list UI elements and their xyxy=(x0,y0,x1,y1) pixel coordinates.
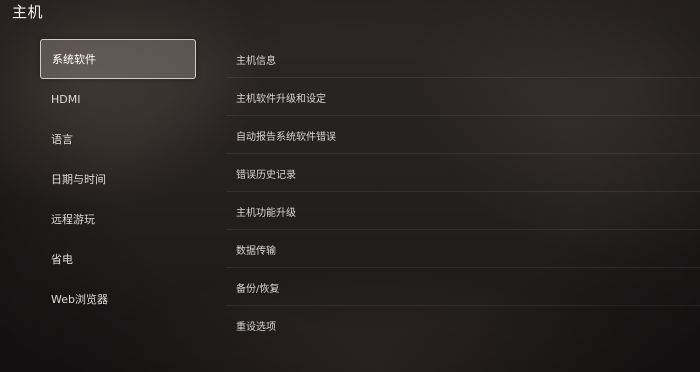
sidebar-item-remote-play[interactable]: 远程游玩 xyxy=(40,199,196,239)
sidebar-item-web-browser[interactable]: Web浏览器 xyxy=(40,279,196,319)
option-data-transfer[interactable]: 数据传输 xyxy=(226,230,700,268)
sidebar-item-label: Web浏览器 xyxy=(51,293,108,306)
option-console-info[interactable]: 主机信息 xyxy=(226,40,700,78)
option-label: 主机软件升级和设定 xyxy=(236,93,326,105)
option-label: 错误历史记录 xyxy=(236,169,296,181)
option-label: 重设选项 xyxy=(236,321,276,333)
sidebar-item-date-time[interactable]: 日期与时间 xyxy=(40,159,196,199)
option-label: 数据传输 xyxy=(236,245,276,257)
settings-options-list: 主机信息 主机软件升级和设定 自动报告系统软件错误 错误历史记录 主机功能升级 … xyxy=(226,40,700,344)
sidebar-item-hdmi[interactable]: HDMI xyxy=(40,79,196,119)
sidebar-item-label: HDMI xyxy=(51,92,81,106)
sidebar-item-label: 远程游玩 xyxy=(51,213,95,226)
sidebar-item-label: 语言 xyxy=(51,133,73,146)
page-title: 主机 xyxy=(12,3,44,21)
sidebar-item-language[interactable]: 语言 xyxy=(40,119,196,159)
option-label: 自动报告系统软件错误 xyxy=(236,131,336,143)
option-auto-error-report[interactable]: 自动报告系统软件错误 xyxy=(226,116,700,154)
sidebar-item-label: 日期与时间 xyxy=(51,173,106,186)
option-error-history[interactable]: 错误历史记录 xyxy=(226,154,700,192)
option-label: 主机功能升级 xyxy=(236,207,296,219)
settings-screen: 主机 系统软件 HDMI 语言 日期与时间 远程游玩 省电 Web浏览器 主机信… xyxy=(0,0,700,372)
option-label: 备份/恢复 xyxy=(236,283,280,295)
sidebar-item-label: 系统软件 xyxy=(52,53,96,66)
option-feature-upgrade[interactable]: 主机功能升级 xyxy=(226,192,700,230)
option-software-update[interactable]: 主机软件升级和设定 xyxy=(226,78,700,116)
option-reset-options[interactable]: 重设选项 xyxy=(226,306,700,344)
option-backup-restore[interactable]: 备份/恢复 xyxy=(226,268,700,306)
sidebar-item-label: 省电 xyxy=(51,253,73,266)
sidebar-item-system-software[interactable]: 系统软件 xyxy=(40,39,196,79)
option-label: 主机信息 xyxy=(236,55,276,67)
sidebar-item-power-saving[interactable]: 省电 xyxy=(40,239,196,279)
sidebar: 系统软件 HDMI 语言 日期与时间 远程游玩 省电 Web浏览器 xyxy=(40,39,196,319)
